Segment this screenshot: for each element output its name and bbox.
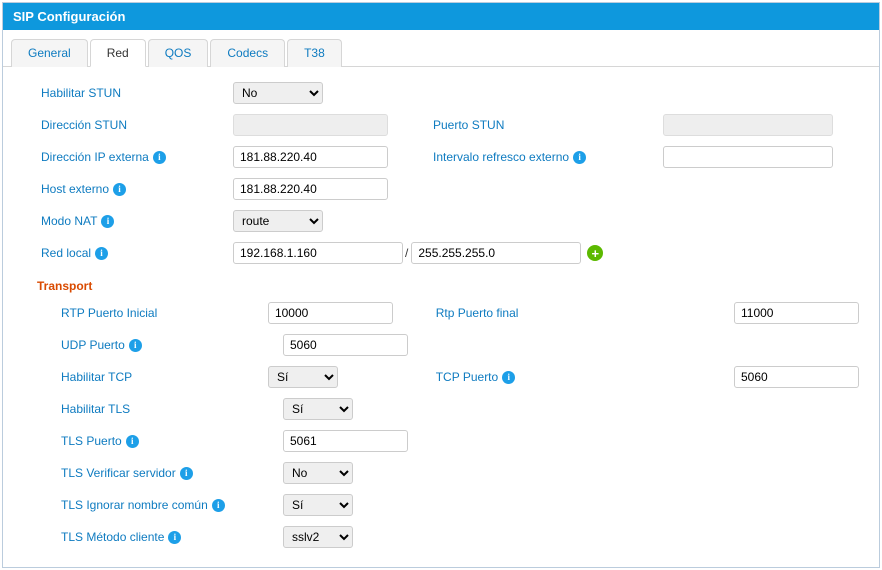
section-transport: Transport bbox=[23, 269, 859, 297]
label-tls-puerto: TLS Puerto i bbox=[23, 434, 283, 448]
label-tls-puerto-text: TLS Puerto bbox=[61, 434, 122, 448]
info-icon[interactable]: i bbox=[573, 151, 586, 164]
input-intervalo-refresco-externo[interactable] bbox=[663, 146, 833, 168]
tab-codecs[interactable]: Codecs bbox=[210, 39, 285, 67]
label-direccion-stun: Dirección STUN bbox=[23, 118, 233, 132]
info-icon[interactable]: i bbox=[180, 467, 193, 480]
input-tls-puerto[interactable] bbox=[283, 430, 408, 452]
info-icon[interactable]: i bbox=[168, 531, 181, 544]
tab-red[interactable]: Red bbox=[90, 39, 146, 67]
select-habilitar-tcp[interactable]: Sí bbox=[268, 366, 338, 388]
input-host-externo[interactable] bbox=[233, 178, 388, 200]
input-red-local-ip[interactable] bbox=[233, 242, 403, 264]
slash-separator: / bbox=[405, 246, 408, 260]
info-icon[interactable]: i bbox=[95, 247, 108, 260]
label-modo-nat: Modo NAT i bbox=[23, 214, 233, 228]
info-icon[interactable]: i bbox=[129, 339, 142, 352]
label-udp-puerto-text: UDP Puerto bbox=[61, 338, 125, 352]
select-habilitar-stun[interactable]: No bbox=[233, 82, 323, 104]
input-red-local-mask[interactable] bbox=[411, 242, 581, 264]
label-red-local: Red local i bbox=[23, 246, 233, 260]
label-intervalo-refresco-externo-text: Intervalo refresco externo bbox=[433, 150, 569, 164]
label-rtp-puerto-inicial: RTP Puerto Inicial bbox=[23, 306, 268, 320]
input-rtp-puerto-inicial[interactable] bbox=[268, 302, 393, 324]
select-tls-verificar-servidor[interactable]: No bbox=[283, 462, 353, 484]
label-puerto-stun: Puerto STUN bbox=[433, 118, 663, 132]
label-habilitar-tcp: Habilitar TCP bbox=[23, 370, 268, 384]
input-rtp-puerto-final[interactable] bbox=[734, 302, 859, 324]
add-icon[interactable]: + bbox=[587, 245, 603, 261]
input-direccion-ip-externa[interactable] bbox=[233, 146, 388, 168]
label-tls-metodo-cliente-text: TLS Método cliente bbox=[61, 530, 164, 544]
info-icon[interactable]: i bbox=[212, 499, 225, 512]
panel-title: SIP Configuración bbox=[3, 3, 879, 30]
label-intervalo-refresco-externo: Intervalo refresco externo i bbox=[433, 150, 663, 164]
label-direccion-ip-externa: Dirección IP externa i bbox=[23, 150, 233, 164]
label-tls-verificar-servidor-text: TLS Verificar servidor bbox=[61, 466, 176, 480]
info-icon[interactable]: i bbox=[502, 371, 515, 384]
select-tls-ignorar-nombre-comun[interactable]: Sí bbox=[283, 494, 353, 516]
info-icon[interactable]: i bbox=[126, 435, 139, 448]
select-habilitar-tls[interactable]: Sí bbox=[283, 398, 353, 420]
sip-config-panel: SIP Configuración General Red QOS Codecs… bbox=[2, 2, 880, 568]
label-modo-nat-text: Modo NAT bbox=[41, 214, 97, 228]
input-udp-puerto[interactable] bbox=[283, 334, 408, 356]
info-icon[interactable]: i bbox=[113, 183, 126, 196]
input-tcp-puerto[interactable] bbox=[734, 366, 859, 388]
select-tls-metodo-cliente[interactable]: sslv2 bbox=[283, 526, 353, 548]
label-habilitar-tls: Habilitar TLS bbox=[23, 402, 283, 416]
label-rtp-puerto-final: Rtp Puerto final bbox=[436, 306, 734, 320]
tab-qos[interactable]: QOS bbox=[148, 39, 209, 67]
label-tls-ignorar-nombre-comun: TLS Ignorar nombre común i bbox=[23, 498, 283, 512]
label-direccion-ip-externa-text: Dirección IP externa bbox=[41, 150, 149, 164]
label-host-externo: Host externo i bbox=[23, 182, 233, 196]
info-icon[interactable]: i bbox=[101, 215, 114, 228]
label-tls-metodo-cliente: TLS Método cliente i bbox=[23, 530, 283, 544]
label-udp-puerto: UDP Puerto i bbox=[23, 338, 283, 352]
info-icon[interactable]: i bbox=[153, 151, 166, 164]
label-tls-verificar-servidor: TLS Verificar servidor i bbox=[23, 466, 283, 480]
label-host-externo-text: Host externo bbox=[41, 182, 109, 196]
input-puerto-stun bbox=[663, 114, 833, 136]
tab-t38[interactable]: T38 bbox=[287, 39, 342, 67]
label-red-local-text: Red local bbox=[41, 246, 91, 260]
tab-general[interactable]: General bbox=[11, 39, 88, 67]
label-tcp-puerto-text: TCP Puerto bbox=[436, 370, 498, 384]
tab-bar: General Red QOS Codecs T38 bbox=[3, 30, 879, 67]
label-habilitar-stun: Habilitar STUN bbox=[23, 86, 233, 100]
select-modo-nat[interactable]: route bbox=[233, 210, 323, 232]
label-tcp-puerto: TCP Puerto i bbox=[436, 370, 734, 384]
input-direccion-stun bbox=[233, 114, 388, 136]
form-body: Habilitar STUN No Dirección STUN Puerto … bbox=[3, 67, 879, 567]
label-tls-ignorar-nombre-comun-text: TLS Ignorar nombre común bbox=[61, 498, 208, 512]
